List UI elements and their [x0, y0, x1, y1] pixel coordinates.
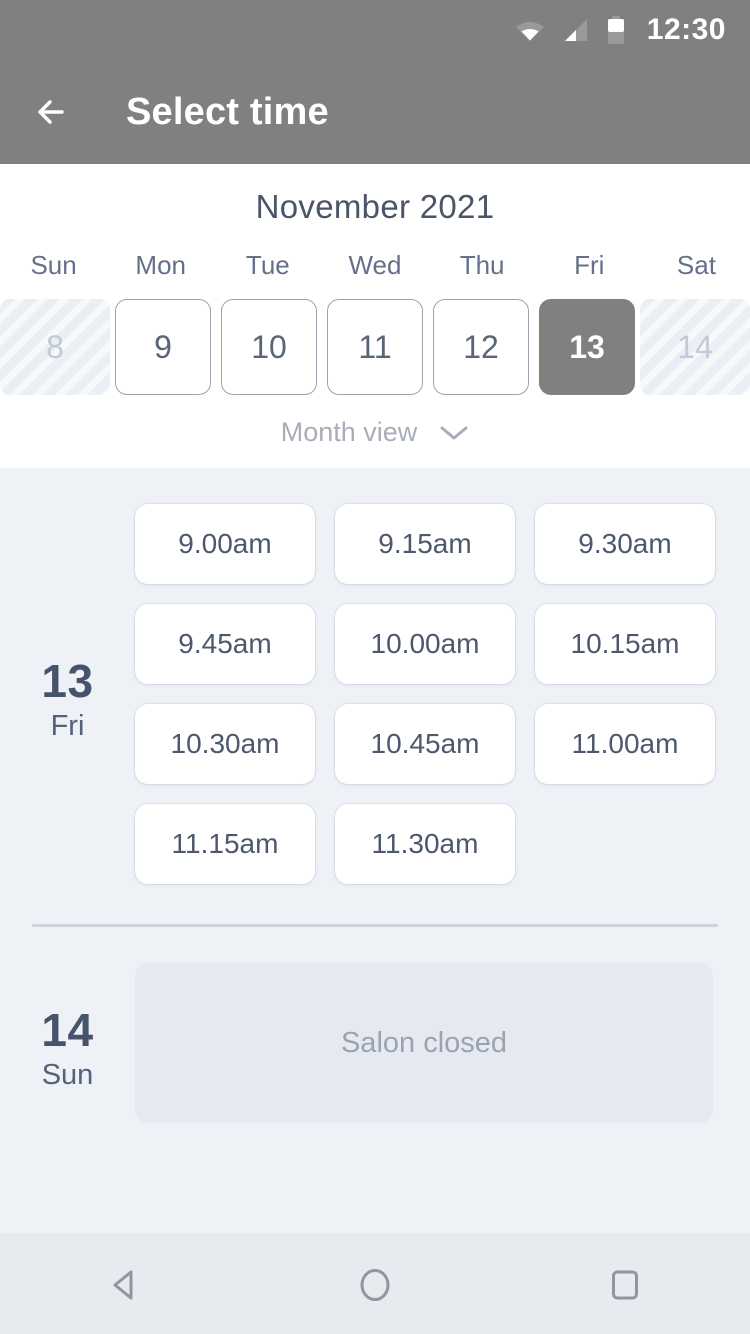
weekday-label-mon: Mon [135, 250, 186, 280]
calendar-day-12[interactable]: 12 [428, 299, 534, 395]
calendar-day-8: 8 [0, 299, 110, 395]
time-slot-grid: 9.00am 9.15am 9.30am 9.45am 10.00am 10.1… [135, 504, 750, 884]
schedule-content: 13 Fri 9.00am 9.15am 9.30am 9.45am 10.00… [0, 468, 750, 1234]
calendar-day-14-label: 14 [640, 299, 750, 395]
time-slot[interactable]: 9.30am [535, 504, 715, 584]
nav-recents-square-icon[interactable] [570, 1250, 680, 1320]
schedule-day-14-label: 14 Sun [0, 963, 135, 1123]
weekday-label-sat: Sat [676, 250, 716, 280]
phone-screen: 12:30 Select time November 2021 Sun Mon … [0, 0, 750, 1334]
status-bar-clock: 12:30 [646, 13, 726, 46]
status-bar: 12:30 [0, 0, 750, 60]
schedule-day-13-name: Fri [50, 709, 85, 742]
schedule-day-14: 14 Sun Salon closed [0, 927, 750, 1123]
weekday-header-row: Sun Mon Tue Wed Thu Fri Sat [0, 250, 750, 299]
salon-closed-card: Salon closed [135, 963, 713, 1123]
time-slot[interactable]: 9.00am [135, 504, 315, 584]
calendar-day-row: 8 9 10 11 12 13 14 [0, 299, 750, 395]
wifi-icon [515, 18, 545, 42]
calendar-day-8-label: 8 [0, 299, 110, 395]
time-slot[interactable]: 10.00am [335, 604, 515, 684]
time-slot[interactable]: 10.45am [335, 704, 515, 784]
time-slot[interactable]: 11.00am [535, 704, 715, 784]
back-arrow-icon[interactable] [32, 89, 78, 135]
calendar-day-11[interactable]: 11 [322, 299, 428, 395]
schedule-day-14-number: 14 [41, 1004, 94, 1057]
time-slot[interactable]: 9.15am [335, 504, 515, 584]
calendar-day-10-label: 10 [221, 299, 317, 395]
app-bar: Select time [0, 60, 750, 164]
calendar-panel: November 2021 Sun Mon Tue Wed Thu Fri Sa… [0, 164, 750, 468]
calendar-day-12-label: 12 [433, 299, 529, 395]
page-title: Select time [126, 90, 329, 133]
time-slot[interactable]: 11.30am [335, 804, 515, 884]
weekday-label-tue: Tue [245, 250, 290, 280]
weekday-label-thu: Thu [459, 250, 505, 280]
month-view-toggle[interactable]: Month view [0, 395, 750, 448]
calendar-day-11-label: 11 [327, 299, 423, 395]
nav-home-circle-icon[interactable] [320, 1250, 430, 1320]
calendar-day-14: 14 [640, 299, 750, 395]
calendar-day-13-label: 13 [539, 299, 635, 395]
android-nav-bar [0, 1234, 750, 1334]
time-slot[interactable]: 10.15am [535, 604, 715, 684]
schedule-day-14-name: Sun [41, 1058, 94, 1091]
calendar-month-title: November 2021 [255, 188, 495, 225]
calendar-day-9[interactable]: 9 [110, 299, 216, 395]
schedule-day-13-number: 13 [41, 655, 94, 708]
calendar-day-9-label: 9 [115, 299, 211, 395]
calendar-day-13-selected[interactable]: 13 [534, 299, 640, 395]
month-view-label: Month view [280, 417, 418, 447]
weekday-label-fri: Fri [574, 250, 605, 280]
schedule-day-13: 13 Fri 9.00am 9.15am 9.30am 9.45am 10.00… [0, 468, 750, 884]
time-slot[interactable]: 10.30am [135, 704, 315, 784]
signal-icon [563, 17, 589, 43]
battery-icon [607, 16, 625, 44]
time-slot[interactable]: 11.15am [135, 804, 315, 884]
chevron-down-icon [439, 424, 469, 442]
schedule-day-13-label: 13 Fri [0, 504, 135, 884]
weekday-label-wed: Wed [348, 250, 402, 280]
weekday-label-sun: Sun [30, 250, 77, 280]
nav-back-triangle-icon[interactable] [70, 1250, 180, 1320]
time-slot[interactable]: 9.45am [135, 604, 315, 684]
calendar-day-10[interactable]: 10 [216, 299, 322, 395]
